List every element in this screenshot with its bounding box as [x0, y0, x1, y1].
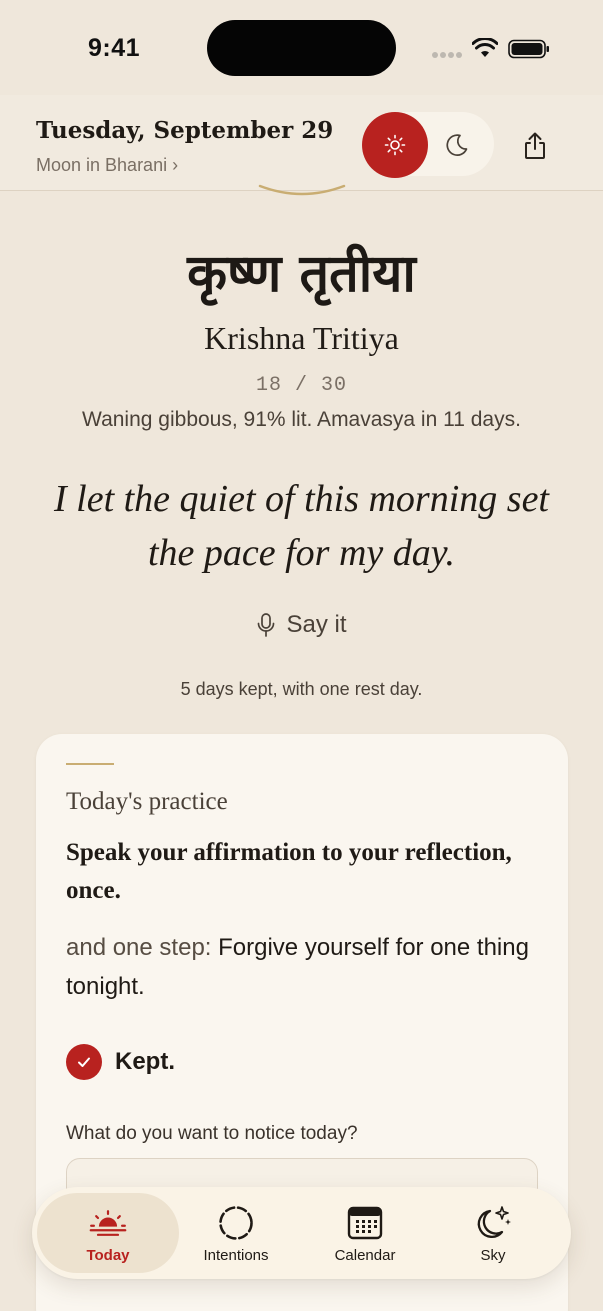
page-title-date: Tuesday, September 29 — [36, 117, 334, 144]
calendar-icon — [345, 1205, 385, 1241]
moon-phase-text: Waning gibbous, 91% lit. Amavasya in 11 … — [82, 408, 521, 431]
tab-label: Sky — [480, 1247, 506, 1264]
streak-text: 5 days kept, with one rest day. — [180, 679, 423, 699]
step-lead: and one step: — [66, 934, 212, 961]
tab-label: Intentions — [203, 1247, 269, 1264]
card-divider — [66, 763, 114, 765]
moon-arc-decoration — [258, 184, 346, 196]
practice-step: and one step: Forgive yourself for one t… — [66, 928, 536, 1006]
day-night-toggle[interactable] — [362, 112, 494, 178]
practice-heading: Today's practice — [66, 788, 228, 815]
tithi-transliteration: Krishna Tritiya — [204, 320, 399, 356]
say-it-label: Say it — [286, 611, 347, 638]
lunar-day-count: 18 / 30 — [255, 374, 347, 397]
status-bar: 9:41 — [0, 0, 603, 95]
moon-stars-icon — [473, 1205, 513, 1241]
microphone-icon — [258, 613, 275, 637]
tab-intentions[interactable]: Intentions — [180, 1187, 292, 1279]
sunrise-icon — [88, 1205, 128, 1241]
tab-bar: Today Intentions Calendar Sky — [32, 1187, 571, 1279]
sun-icon — [384, 134, 406, 156]
app-header: Tuesday, September 29 Moon in Bharani › — [0, 95, 603, 191]
day-mode-button[interactable] — [362, 112, 428, 178]
tab-label: Today — [86, 1247, 130, 1264]
checkmark-icon — [66, 1044, 102, 1080]
wifi-icon — [472, 38, 498, 57]
moon-nakshatra-link[interactable]: Moon in Bharani › — [36, 155, 178, 176]
kept-label: Kept. — [115, 1048, 175, 1075]
tithi-sanskrit-name: कृष्ण तृतीया — [187, 243, 416, 304]
tab-calendar[interactable]: Calendar — [310, 1187, 420, 1279]
share-icon[interactable] — [520, 131, 550, 161]
practice-title: Speak your affirmation to your reflectio… — [66, 839, 512, 904]
tab-sky[interactable]: Sky — [442, 1187, 544, 1279]
battery-icon — [508, 39, 549, 59]
tab-today[interactable]: Today — [37, 1187, 179, 1279]
cellular-signal-icon — [432, 52, 462, 58]
dashed-circle-icon — [216, 1205, 256, 1241]
night-mode-button[interactable] — [440, 128, 474, 162]
dynamic-island — [207, 20, 396, 76]
notice-prompt-label: What do you want to notice today? — [66, 1123, 358, 1144]
tab-label: Calendar — [334, 1247, 396, 1264]
kept-checkbox[interactable]: Kept. — [66, 1044, 175, 1080]
status-time: 9:41 — [88, 34, 141, 62]
say-it-button[interactable]: Say it — [0, 611, 603, 639]
crescent-moon-icon — [446, 134, 468, 156]
affirmation-text: I let the quiet of this morning set the … — [53, 478, 549, 574]
